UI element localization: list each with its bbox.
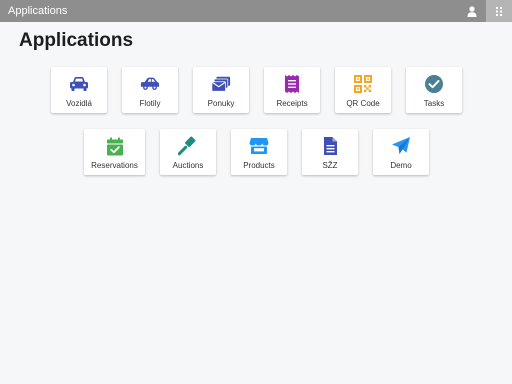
tile-label: Auctions (172, 161, 204, 170)
tile-label: Products (243, 161, 275, 170)
app-tile-qr-code[interactable]: QR Code (335, 67, 391, 113)
app-tile-reservations[interactable]: Reservations (84, 129, 145, 175)
tile-label: Vozidlá (66, 99, 92, 108)
app-tile-flotily[interactable]: Flotily (122, 67, 178, 113)
tile-label: Reservations (91, 161, 138, 170)
paper-plane-icon (391, 136, 411, 156)
app-tile-products[interactable]: Products (231, 129, 287, 175)
top-bar: Applications (0, 0, 512, 22)
tile-label: Tasks (423, 99, 445, 108)
gavel-icon (178, 136, 198, 156)
apps-grid-icon (496, 6, 502, 16)
app-tile-vozidla[interactable]: Vozidlá (51, 67, 107, 113)
check-circle-icon (424, 74, 444, 94)
app-tile-szz[interactable]: SŽZ (302, 129, 358, 175)
calendar-check-icon (105, 136, 125, 156)
document-icon (320, 136, 340, 156)
qr-code-icon (353, 74, 373, 94)
tile-label: QR Code (346, 99, 380, 108)
app-tile-ponuky[interactable]: Ponuky (193, 67, 249, 113)
receipt-icon (282, 74, 302, 94)
page-title: Applications (19, 30, 134, 51)
tile-label: Flotily (139, 99, 161, 108)
tile-label: Ponuky (207, 99, 235, 108)
app-tile-receipts[interactable]: Receipts (264, 67, 320, 113)
user-icon (467, 5, 477, 17)
car-icon (69, 74, 89, 94)
tile-label: Receipts (276, 99, 308, 108)
app-tile-demo[interactable]: Demo (373, 129, 429, 175)
car-side-icon (140, 74, 160, 94)
tile-label: SŽZ (322, 161, 338, 170)
envelope-stack-icon (211, 74, 231, 94)
user-button[interactable] (460, 0, 484, 22)
app-tile-auctions[interactable]: Auctions (160, 129, 216, 175)
app-bar-title: Applications (8, 5, 68, 17)
apps-menu-button[interactable] (486, 0, 512, 22)
tile-label: Demo (390, 161, 412, 170)
app-tile-tasks[interactable]: Tasks (406, 67, 462, 113)
store-icon (249, 136, 269, 156)
